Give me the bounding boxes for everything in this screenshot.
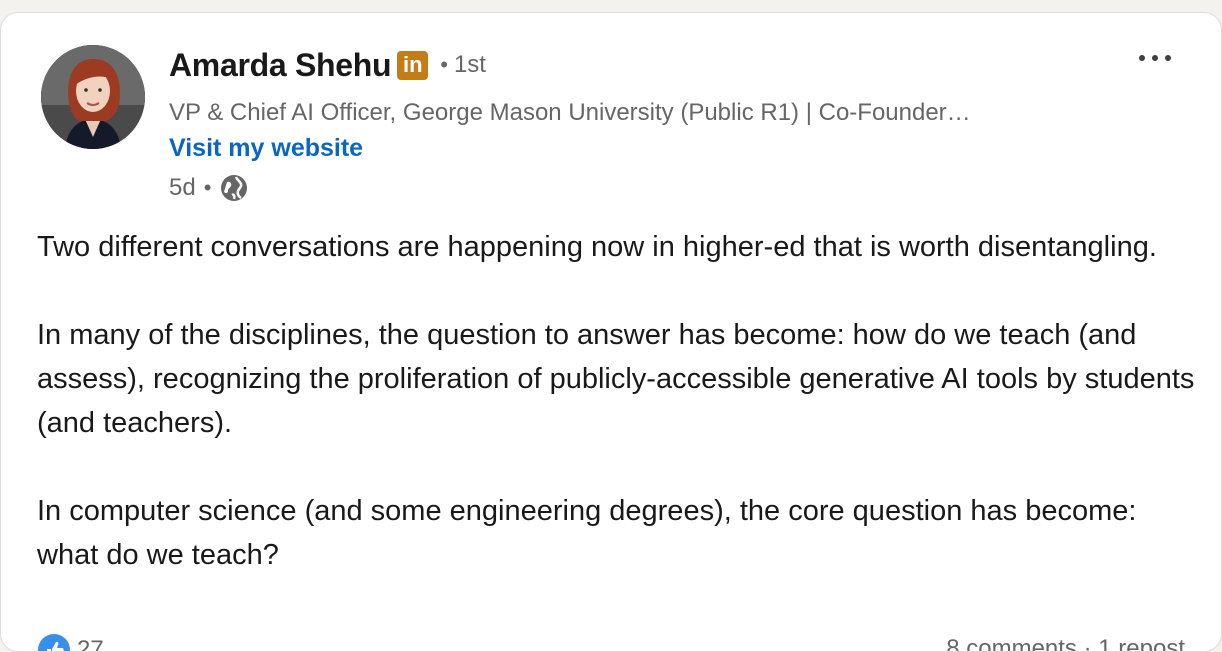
avatar[interactable] xyxy=(41,45,145,149)
more-options-button[interactable] xyxy=(1133,43,1177,73)
author-headline: VP & Chief AI Officer, George Mason Univ… xyxy=(169,99,971,126)
author-photo xyxy=(41,45,145,149)
comments-count-link[interactable]: 8 comments xyxy=(946,635,1077,651)
post-paragraph: In computer science (and some engineerin… xyxy=(37,495,1137,571)
post-paragraph: In many of the disciplines, the question… xyxy=(37,319,1195,439)
post-paragraph: Two different conversations are happenin… xyxy=(37,231,1157,263)
post-body: Two different conversations are happenin… xyxy=(37,225,1197,621)
ellipsis-icon xyxy=(1139,55,1171,61)
social-counts: 8 comments · 1 repost xyxy=(946,635,1185,652)
like-reaction-icon xyxy=(38,634,70,651)
social-footer: 27 8 comments · 1 repost xyxy=(37,633,1185,652)
post-card: Amarda Shehu in • 1st VP & Chief AI Offi… xyxy=(0,12,1222,652)
visit-website-link[interactable]: Visit my website xyxy=(169,134,363,163)
reactions-summary[interactable]: 27 xyxy=(37,633,104,652)
connection-degree: 1st xyxy=(453,51,486,78)
globe-icon xyxy=(221,175,248,201)
linkedin-premium-icon: in xyxy=(397,50,429,80)
separator-dot: · xyxy=(1083,635,1092,652)
reposts-count-link[interactable]: 1 repost xyxy=(1098,635,1185,651)
author-name-row: Amarda Shehu in • 1st xyxy=(169,43,486,87)
separator-dot: • xyxy=(203,175,212,200)
reaction-count: 27 xyxy=(77,636,104,652)
post-time: 5d xyxy=(169,174,196,201)
separator-dot: • xyxy=(440,52,448,77)
post-meta: 5d • xyxy=(169,171,249,205)
author-name[interactable]: Amarda Shehu xyxy=(169,47,392,84)
